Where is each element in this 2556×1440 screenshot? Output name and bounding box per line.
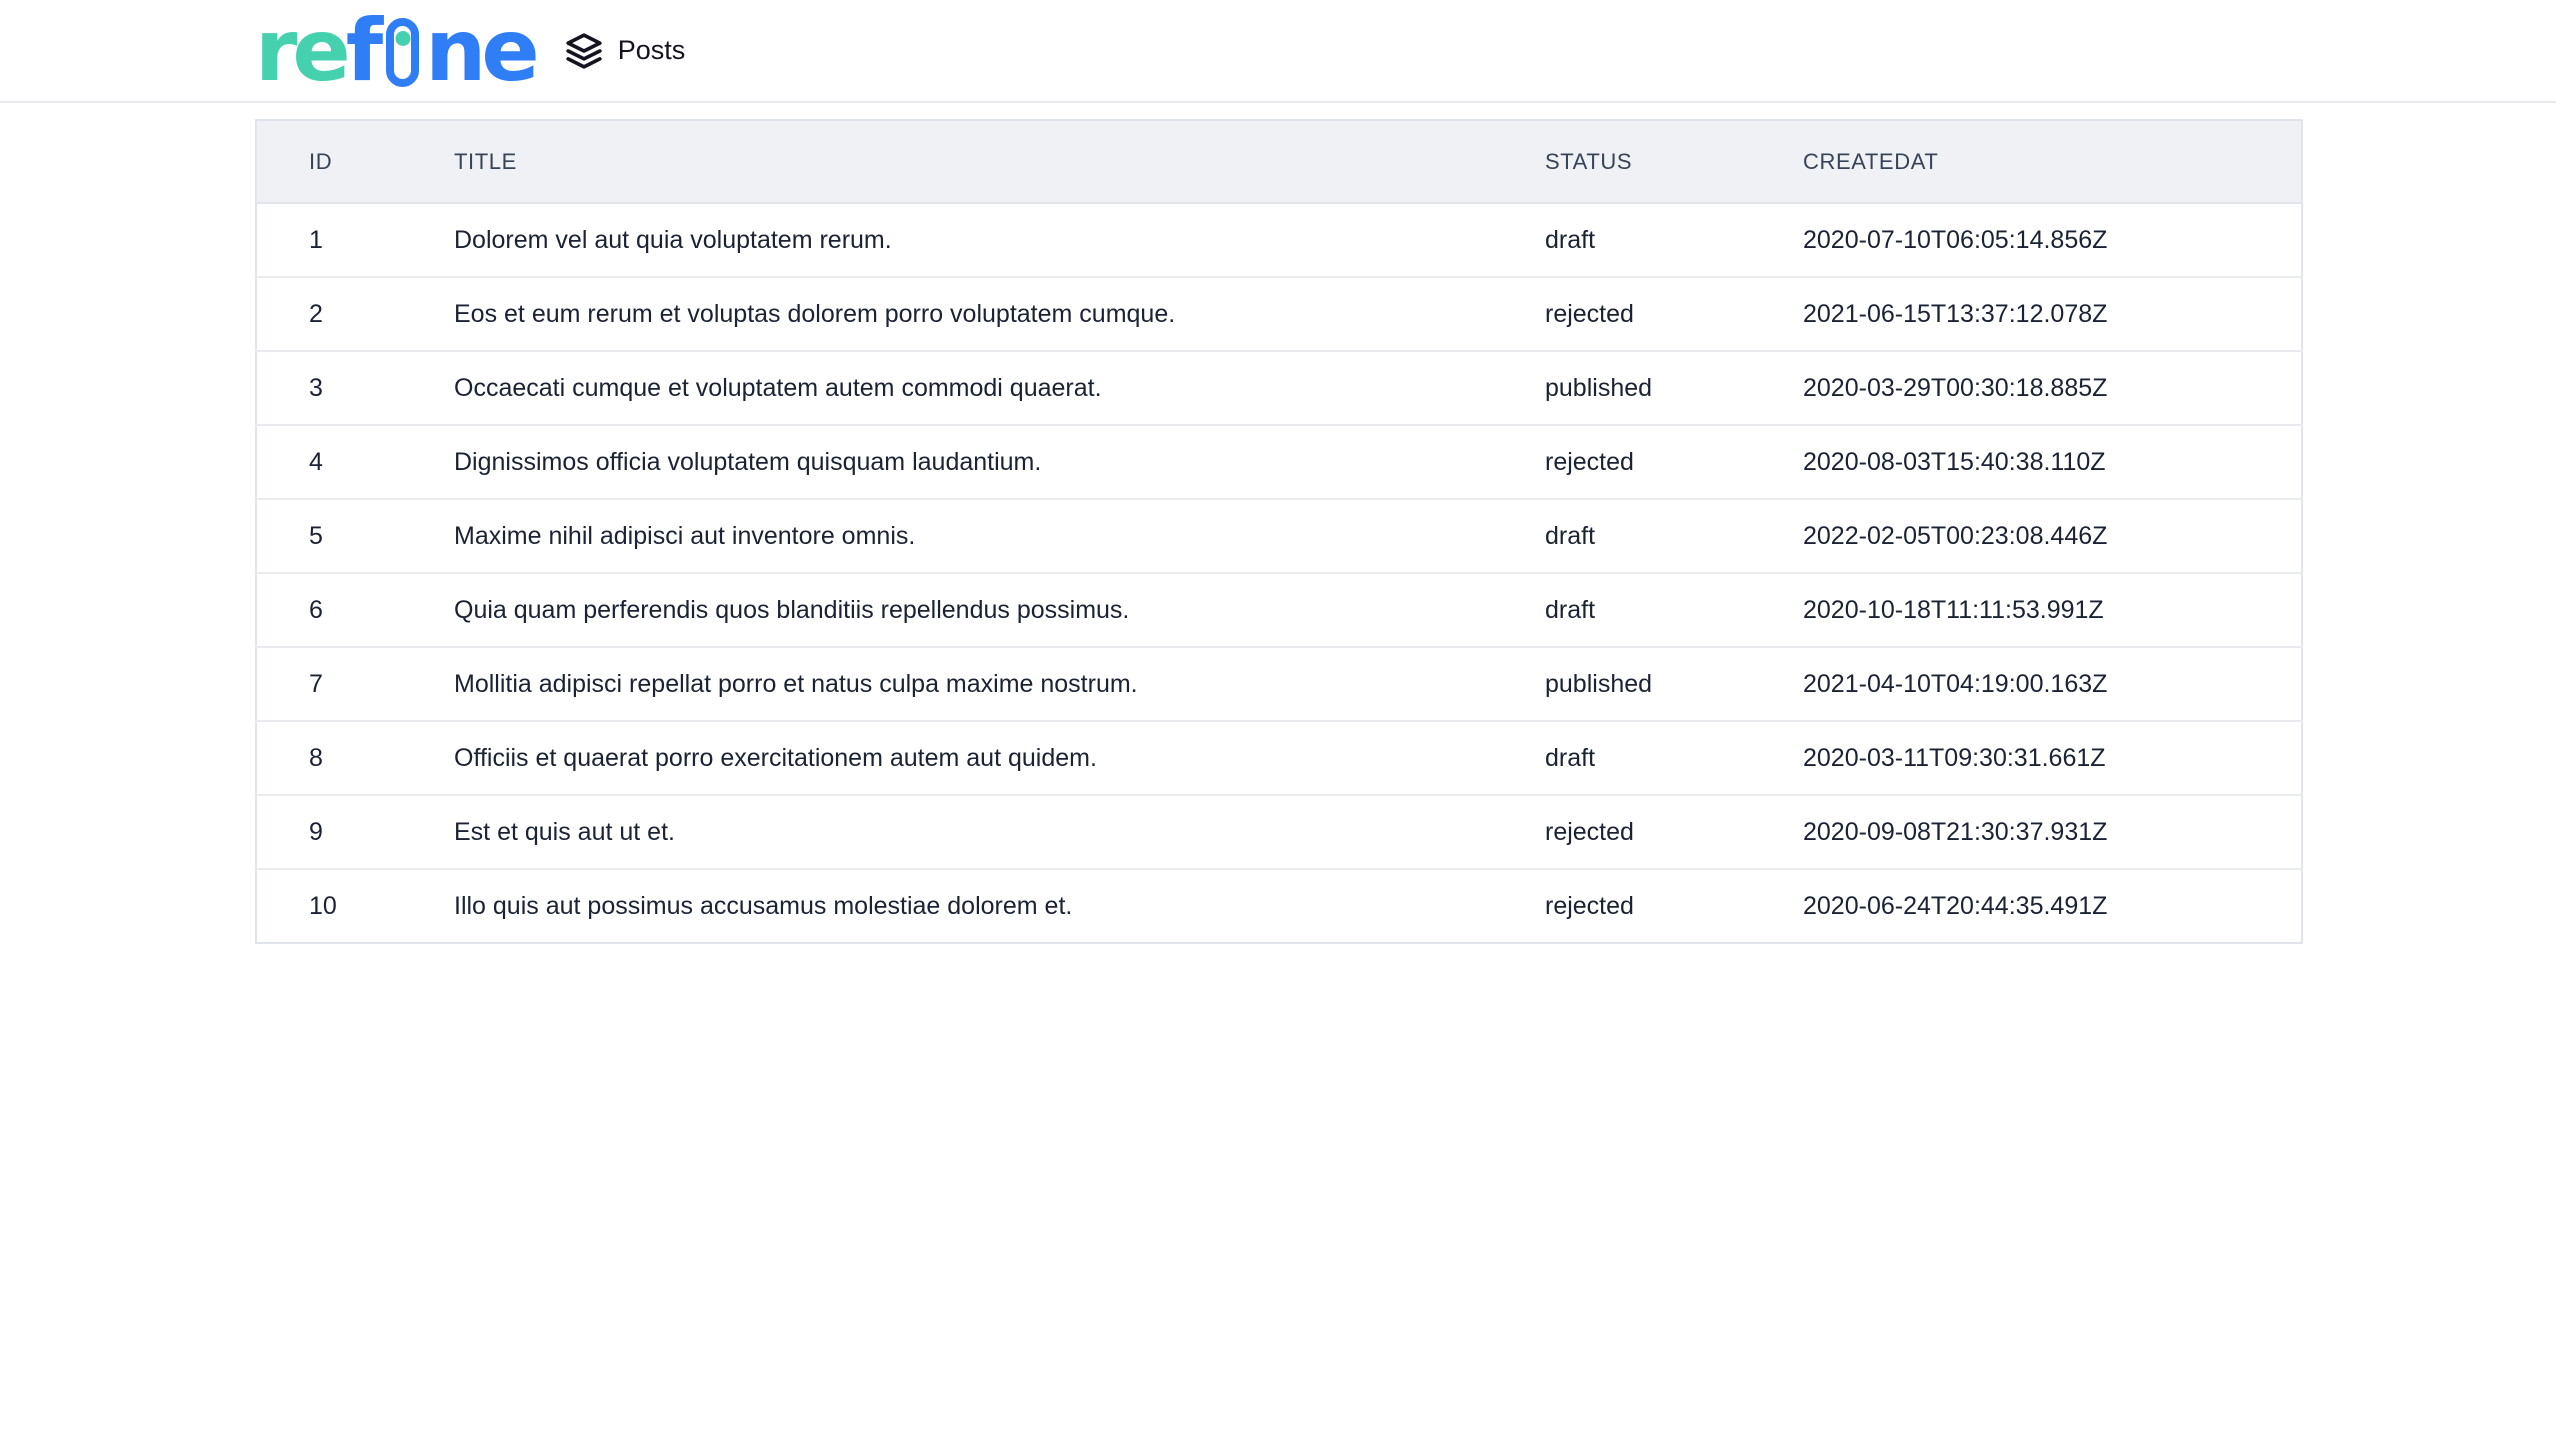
cell-status: rejected (1493, 869, 1751, 943)
cell-id: 10 (256, 869, 402, 943)
main-content: ID TITLE STATUS CREATEDAT 1 Dolorem vel … (0, 103, 2556, 944)
cell-createdat: 2021-04-10T04:19:00.163Z (1751, 647, 2302, 721)
cell-id: 9 (256, 795, 402, 869)
cell-title: Mollitia adipisci repellat porro et natu… (402, 647, 1493, 721)
logo-text-f: f (346, 1, 378, 101)
cell-status: draft (1493, 203, 1751, 277)
table-row: 2 Eos et eum rerum et voluptas dolorem p… (256, 277, 2302, 351)
cell-createdat: 2020-08-03T15:40:38.110Z (1751, 425, 2302, 499)
cell-id: 6 (256, 573, 402, 647)
top-nav: refne Posts (0, 0, 2556, 103)
column-header-title: TITLE (402, 120, 1493, 203)
cell-status: published (1493, 351, 1751, 425)
table-row: 4 Dignissimos officia voluptatem quisqua… (256, 425, 2302, 499)
column-header-createdat: CREATEDAT (1751, 120, 2302, 203)
cell-title: Est et quis aut ut et. (402, 795, 1493, 869)
cell-createdat: 2022-02-05T00:23:08.446Z (1751, 499, 2302, 573)
layers-icon (565, 32, 603, 70)
table-row: 6 Quia quam perferendis quos blanditiis … (256, 573, 2302, 647)
cell-status: draft (1493, 721, 1751, 795)
cell-createdat: 2020-03-29T00:30:18.885Z (1751, 351, 2302, 425)
table-row: 9 Est et quis aut ut et. rejected 2020-0… (256, 795, 2302, 869)
cell-title: Occaecati cumque et voluptatem autem com… (402, 351, 1493, 425)
cell-createdat: 2020-03-11T09:30:31.661Z (1751, 721, 2302, 795)
cell-id: 1 (256, 203, 402, 277)
column-header-id: ID (256, 120, 402, 203)
table-row: 7 Mollitia adipisci repellat porro et na… (256, 647, 2302, 721)
table-row: 5 Maxime nihil adipisci aut inventore om… (256, 499, 2302, 573)
table-body: 1 Dolorem vel aut quia voluptatem rerum.… (256, 203, 2302, 943)
cell-status: draft (1493, 499, 1751, 573)
cell-id: 3 (256, 351, 402, 425)
table-row: 1 Dolorem vel aut quia voluptatem rerum.… (256, 203, 2302, 277)
cell-id: 8 (256, 721, 402, 795)
table-row: 8 Officiis et quaerat porro exercitation… (256, 721, 2302, 795)
table-header: ID TITLE STATUS CREATEDAT (256, 120, 2302, 203)
nav-item-posts-label: Posts (618, 35, 686, 66)
cell-title: Officiis et quaerat porro exercitationem… (402, 721, 1493, 795)
table-row: 3 Occaecati cumque et voluptatem autem c… (256, 351, 2302, 425)
table-header-row: ID TITLE STATUS CREATEDAT (256, 120, 2302, 203)
nav-item-posts[interactable]: Posts (565, 32, 686, 70)
refine-logo[interactable]: refne (255, 8, 535, 94)
cell-title: Eos et eum rerum et voluptas dolorem por… (402, 277, 1493, 351)
logo-i-dot (395, 31, 410, 46)
cell-title: Dignissimos officia voluptatem quisquam … (402, 425, 1493, 499)
cell-title: Quia quam perferendis quos blanditiis re… (402, 573, 1493, 647)
logo-text-ne: ne (425, 1, 535, 101)
table-row: 10 Illo quis aut possimus accusamus mole… (256, 869, 2302, 943)
cell-id: 2 (256, 277, 402, 351)
cell-createdat: 2020-06-24T20:44:35.491Z (1751, 869, 2302, 943)
cell-status: rejected (1493, 277, 1751, 351)
logo-i-pill (386, 18, 419, 87)
cell-title: Illo quis aut possimus accusamus molesti… (402, 869, 1493, 943)
cell-id: 5 (256, 499, 402, 573)
cell-status: rejected (1493, 795, 1751, 869)
cell-status: rejected (1493, 425, 1751, 499)
cell-title: Dolorem vel aut quia voluptatem rerum. (402, 203, 1493, 277)
posts-table: ID TITLE STATUS CREATEDAT 1 Dolorem vel … (255, 119, 2303, 944)
cell-createdat: 2020-09-08T21:30:37.931Z (1751, 795, 2302, 869)
cell-title: Maxime nihil adipisci aut inventore omni… (402, 499, 1493, 573)
cell-createdat: 2021-06-15T13:37:12.078Z (1751, 277, 2302, 351)
logo-text-re: re (255, 1, 346, 101)
column-header-status: STATUS (1493, 120, 1751, 203)
cell-createdat: 2020-10-18T11:11:53.991Z (1751, 573, 2302, 647)
cell-status: draft (1493, 573, 1751, 647)
cell-createdat: 2020-07-10T06:05:14.856Z (1751, 203, 2302, 277)
cell-status: published (1493, 647, 1751, 721)
cell-id: 4 (256, 425, 402, 499)
cell-id: 7 (256, 647, 402, 721)
